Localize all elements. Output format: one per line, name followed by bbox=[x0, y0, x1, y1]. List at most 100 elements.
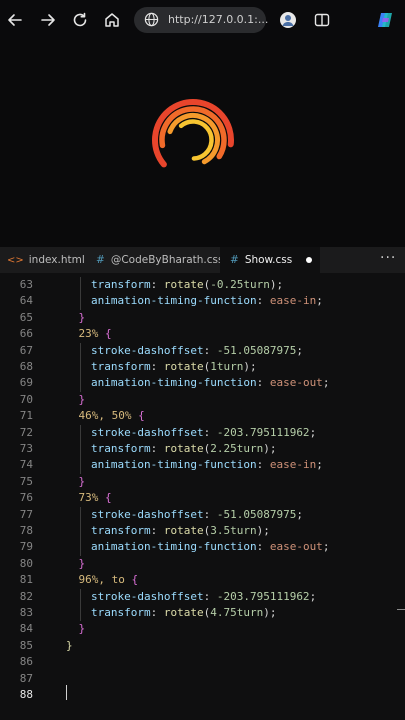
code-token: ease-out bbox=[269, 376, 323, 390]
line-number: 86 bbox=[19, 655, 33, 669]
code-token: 2.25turn bbox=[210, 442, 264, 455]
code-text: stroke-dashoffset: -203.795111962; bbox=[91, 589, 316, 605]
copilot-icon[interactable] bbox=[373, 8, 397, 32]
html-file-icon: <> bbox=[7, 254, 24, 266]
code-line[interactable]: 79 animation-timing-function: ease-out; bbox=[0, 539, 405, 556]
code-line[interactable]: 64 animation-timing-function: ease-in; bbox=[0, 293, 405, 310]
code-token: rotate bbox=[163, 524, 204, 537]
code-token: : bbox=[203, 589, 217, 603]
code-line[interactable]: 72 stroke-dashoffset: -203.795111962; bbox=[0, 424, 405, 441]
code-token: ); bbox=[269, 278, 284, 291]
code-line[interactable]: 73 transform: rotate(2.25turn); bbox=[0, 441, 405, 458]
line-number: 78 bbox=[19, 524, 33, 537]
code-line[interactable]: 87 bbox=[0, 671, 405, 687]
line-number: 84 bbox=[19, 622, 33, 636]
code-token: ; bbox=[296, 343, 303, 357]
home-icon[interactable] bbox=[100, 8, 124, 32]
code-token: ; bbox=[316, 294, 323, 308]
code-line[interactable]: 70} bbox=[0, 392, 405, 408]
profile-avatar-icon[interactable] bbox=[276, 8, 300, 32]
code-token: ; bbox=[309, 589, 317, 603]
code-line[interactable]: 82 stroke-dashoffset: -203.795111962; bbox=[0, 588, 405, 605]
code-token: transform bbox=[91, 278, 151, 291]
code-token: 23% bbox=[78, 327, 99, 341]
code-line[interactable]: 65} bbox=[0, 310, 405, 326]
code-line[interactable]: 69 animation-timing-function: ease-out; bbox=[0, 375, 405, 392]
forward-arrow-icon[interactable] bbox=[36, 8, 60, 32]
reload-icon[interactable] bbox=[68, 8, 92, 32]
code-token: ease-in bbox=[269, 294, 317, 308]
code-token: stroke-dashoffset bbox=[91, 343, 204, 357]
code-line[interactable]: 76 73% { bbox=[0, 490, 405, 506]
code-line[interactable]: 88 bbox=[0, 687, 405, 703]
code-token: } bbox=[78, 392, 86, 406]
line-number: 67 bbox=[19, 343, 33, 357]
code-text: animation-timing-function: ease-out; bbox=[91, 539, 329, 555]
code-text: stroke-dashoffset: -51.05087975; bbox=[91, 507, 303, 523]
code-line[interactable]: 77 stroke-dashoffset: -51.05087975; bbox=[0, 506, 405, 523]
code-token: ); bbox=[263, 442, 277, 455]
code-token: { bbox=[105, 327, 112, 341]
code-token: } bbox=[78, 310, 86, 324]
text-cursor bbox=[66, 685, 67, 700]
indent-guide bbox=[80, 342, 81, 359]
back-arrow-icon[interactable] bbox=[3, 8, 27, 32]
code-text: transform: rotate(-0.25turn); bbox=[91, 277, 283, 293]
code-text: } bbox=[79, 556, 86, 572]
indent-guide bbox=[80, 605, 81, 622]
code-line[interactable]: 81 96%, to { bbox=[0, 572, 405, 588]
code-line[interactable]: 68 transform: rotate(1turn); bbox=[0, 359, 405, 376]
code-token: } bbox=[78, 474, 86, 488]
code-line[interactable]: 63 transform: rotate(-0.25turn); bbox=[0, 277, 405, 294]
indent-guide bbox=[80, 588, 81, 605]
indent-guide bbox=[80, 441, 81, 458]
code-token: : bbox=[150, 524, 164, 537]
line-number: 77 bbox=[19, 507, 33, 521]
line-number: 71 bbox=[19, 409, 33, 423]
line-number: 74 bbox=[19, 458, 33, 472]
code-line[interactable]: 67 stroke-dashoffset: -51.05087975; bbox=[0, 342, 405, 359]
code-token: animation-timing-function bbox=[91, 458, 257, 472]
code-token: { bbox=[138, 409, 145, 423]
code-line[interactable]: 78 transform: rotate(3.5turn); bbox=[0, 523, 405, 540]
code-token: : bbox=[150, 442, 164, 455]
code-line[interactable]: 80} bbox=[0, 556, 405, 572]
code-line[interactable]: 75} bbox=[0, 474, 405, 490]
line-number: 73 bbox=[19, 442, 33, 455]
code-line[interactable]: 74 animation-timing-function: ease-in; bbox=[0, 457, 405, 474]
code-line[interactable]: 66 23% { bbox=[0, 326, 405, 342]
code-line[interactable]: 84} bbox=[0, 621, 405, 637]
tab-show-css[interactable]: # Show.css bbox=[220, 247, 320, 273]
code-text: animation-timing-function: ease-in; bbox=[91, 293, 323, 309]
code-line[interactable]: 83 transform: rotate(4.75turn); bbox=[0, 605, 405, 622]
code-token: -203.795111962 bbox=[216, 425, 310, 439]
code-text: transform: rotate(4.75turn); bbox=[91, 605, 276, 621]
code-text: stroke-dashoffset: -51.05087975; bbox=[91, 343, 303, 359]
tab-index-html[interactable]: <> index.html bbox=[0, 247, 86, 273]
code-token: : bbox=[150, 360, 164, 373]
code-line[interactable]: 85} bbox=[0, 638, 405, 654]
code-token: : bbox=[256, 458, 270, 472]
code-line[interactable]: 71 46%, 50% { bbox=[0, 408, 405, 424]
tab-label: index.html bbox=[28, 254, 85, 266]
code-token: -0.25turn bbox=[210, 278, 270, 291]
globe-icon bbox=[144, 12, 159, 31]
code-token: : bbox=[256, 376, 270, 390]
code-token: stroke-dashoffset bbox=[91, 425, 204, 439]
code-token: 4.75turn bbox=[210, 606, 264, 619]
tab-codebybharath-css[interactable]: # @CodeByBharath.css bbox=[86, 247, 223, 273]
line-number: 65 bbox=[19, 310, 33, 324]
code-token: transform bbox=[91, 360, 151, 373]
code-token: : bbox=[150, 606, 164, 619]
line-number: 69 bbox=[19, 376, 33, 390]
indent-guide bbox=[80, 359, 81, 376]
code-line[interactable]: 86 bbox=[0, 654, 405, 670]
split-view-icon[interactable] bbox=[310, 8, 334, 32]
indent-guide bbox=[80, 293, 81, 310]
more-actions-icon[interactable]: ··· bbox=[380, 250, 396, 266]
code-token: ease-in bbox=[269, 458, 317, 472]
scrollbar-marker[interactable] bbox=[397, 609, 405, 610]
code-editor[interactable]: 63 transform: rotate(-0.25turn); 64 animati… bbox=[0, 273, 405, 720]
address-bar[interactable]: http://127.0.0.1:... bbox=[134, 7, 268, 33]
